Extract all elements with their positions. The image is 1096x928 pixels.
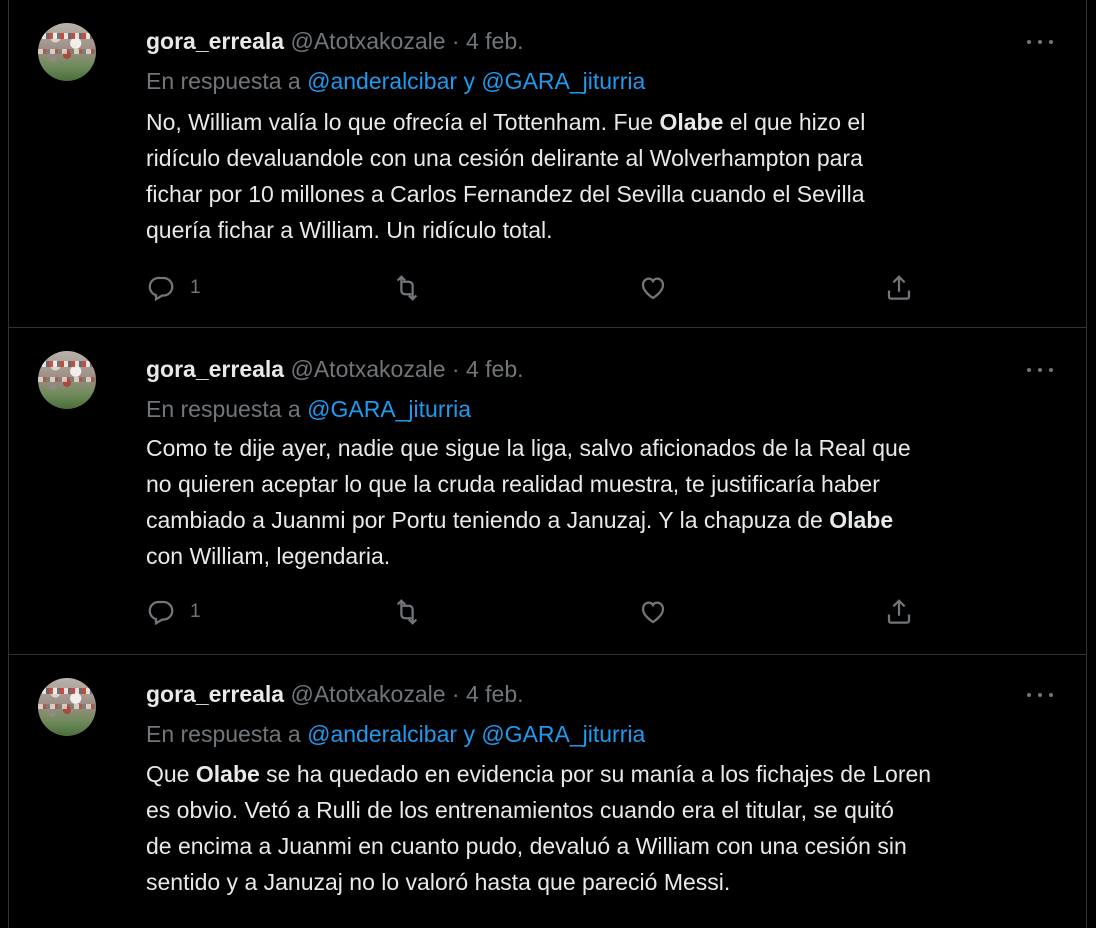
separator: ·	[451, 356, 460, 382]
separator: ·	[451, 681, 460, 707]
separator: ·	[451, 28, 460, 54]
text-line: con William, legendaria.	[146, 543, 391, 569]
tweet-header: gora_erreala @Atotxakozale · 4 feb.	[146, 28, 524, 55]
retweet-icon	[396, 275, 418, 301]
user-name[interactable]: gora_erreala	[146, 28, 284, 54]
reply-count: 1	[190, 277, 201, 298]
mention-link[interactable]: @GARA_jiturria	[481, 68, 645, 94]
action-bar: 1	[146, 268, 946, 308]
retweet-button[interactable]	[392, 268, 422, 308]
highlight: Olabe	[829, 507, 894, 533]
retweet-icon	[396, 599, 418, 625]
mention-link[interactable]: @GARA_jiturria	[481, 721, 645, 747]
share-icon	[887, 275, 911, 300]
avatar[interactable]	[38, 678, 96, 736]
user-handle[interactable]: @Atotxakozale	[290, 681, 445, 707]
reply-prefix: En respuesta a	[146, 68, 301, 94]
more-icon[interactable]	[1025, 363, 1055, 377]
timestamp[interactable]: 4 feb.	[466, 356, 524, 382]
user-handle[interactable]: @Atotxakozale	[290, 356, 445, 382]
like-icon	[641, 601, 665, 624]
share-icon	[887, 599, 911, 624]
more-icon[interactable]	[1025, 688, 1055, 702]
text-line: No, William valía lo que ofrecía el Tott…	[146, 109, 866, 135]
text-line: Como te dije ayer, nadie que sigue la li…	[146, 435, 911, 461]
tweet-text: Que Olabe se ha quedado en evidencia por…	[146, 756, 1056, 900]
reply-button[interactable]: 1	[146, 592, 201, 632]
text-line: cambiado a Juanmi por Portu teniendo a J…	[146, 507, 894, 533]
tweet-header: gora_erreala @Atotxakozale · 4 feb.	[146, 681, 524, 708]
reply-context: En respuesta a @anderalcibar y @GARA_jit…	[146, 721, 645, 748]
reply-prefix: En respuesta a	[146, 396, 301, 422]
like-button[interactable]	[638, 268, 668, 308]
text-line: sentido y a Januzaj no lo valoró hasta q…	[146, 869, 731, 895]
user-handle[interactable]: @Atotxakozale	[290, 28, 445, 54]
mention-link[interactable]: @GARA_jiturria	[307, 396, 471, 422]
like-icon	[641, 277, 665, 300]
text-line: no quieren aceptar lo que la cruda reali…	[146, 471, 880, 497]
highlight: Olabe	[659, 109, 724, 135]
reply-button[interactable]: 1	[146, 268, 201, 308]
text-line: es obvio. Vetó a Rulli de los entrenamie…	[146, 797, 894, 823]
reply-joiner: y	[463, 68, 475, 94]
avatar[interactable]	[38, 351, 96, 409]
avatar[interactable]	[38, 23, 96, 81]
tweet-text: Como te dije ayer, nadie que sigue la li…	[146, 430, 1056, 574]
text-line: ridículo devaluandole con una cesión del…	[146, 145, 863, 171]
reply-prefix: En respuesta a	[146, 721, 301, 747]
tweet[interactable]: gora_erreala @Atotxakozale · 4 feb. En r…	[9, 655, 1086, 928]
reply-icon	[148, 276, 174, 302]
highlight: Olabe	[195, 761, 260, 787]
tweet-header: gora_erreala @Atotxakozale · 4 feb.	[146, 356, 524, 383]
text-line: quería fichar a William. Un ridículo tot…	[146, 217, 553, 243]
text-line: de encima a Juanmi en cuanto pudo, deval…	[146, 833, 907, 859]
reply-context: En respuesta a @GARA_jiturria	[146, 396, 471, 423]
user-name[interactable]: gora_erreala	[146, 356, 284, 382]
timestamp[interactable]: 4 feb.	[466, 681, 524, 707]
reply-joiner: y	[463, 721, 475, 747]
text-line: fichar por 10 millones a Carlos Fernande…	[146, 181, 865, 207]
like-button[interactable]	[638, 592, 668, 632]
tweet[interactable]: gora_erreala @Atotxakozale · 4 feb. En r…	[9, 0, 1086, 327]
retweet-button[interactable]	[392, 592, 422, 632]
timestamp[interactable]: 4 feb.	[466, 28, 524, 54]
share-button[interactable]	[884, 592, 914, 632]
reply-context: En respuesta a @anderalcibar y @GARA_jit…	[146, 68, 645, 95]
mention-link[interactable]: @anderalcibar	[307, 68, 457, 94]
tweet[interactable]: gora_erreala @Atotxakozale · 4 feb. En r…	[9, 328, 1086, 654]
mention-link[interactable]: @anderalcibar	[307, 721, 457, 747]
tweet-text: No, William valía lo que ofrecía el Tott…	[146, 104, 1056, 248]
more-icon[interactable]	[1025, 35, 1055, 49]
action-bar: 1	[146, 592, 946, 632]
timeline: gora_erreala @Atotxakozale · 4 feb. En r…	[8, 0, 1087, 928]
text-line: Que Olabe se ha quedado en evidencia por…	[146, 761, 932, 787]
share-button[interactable]	[884, 268, 914, 308]
reply-icon	[148, 600, 174, 626]
user-name[interactable]: gora_erreala	[146, 681, 284, 707]
reply-count: 1	[190, 601, 201, 622]
